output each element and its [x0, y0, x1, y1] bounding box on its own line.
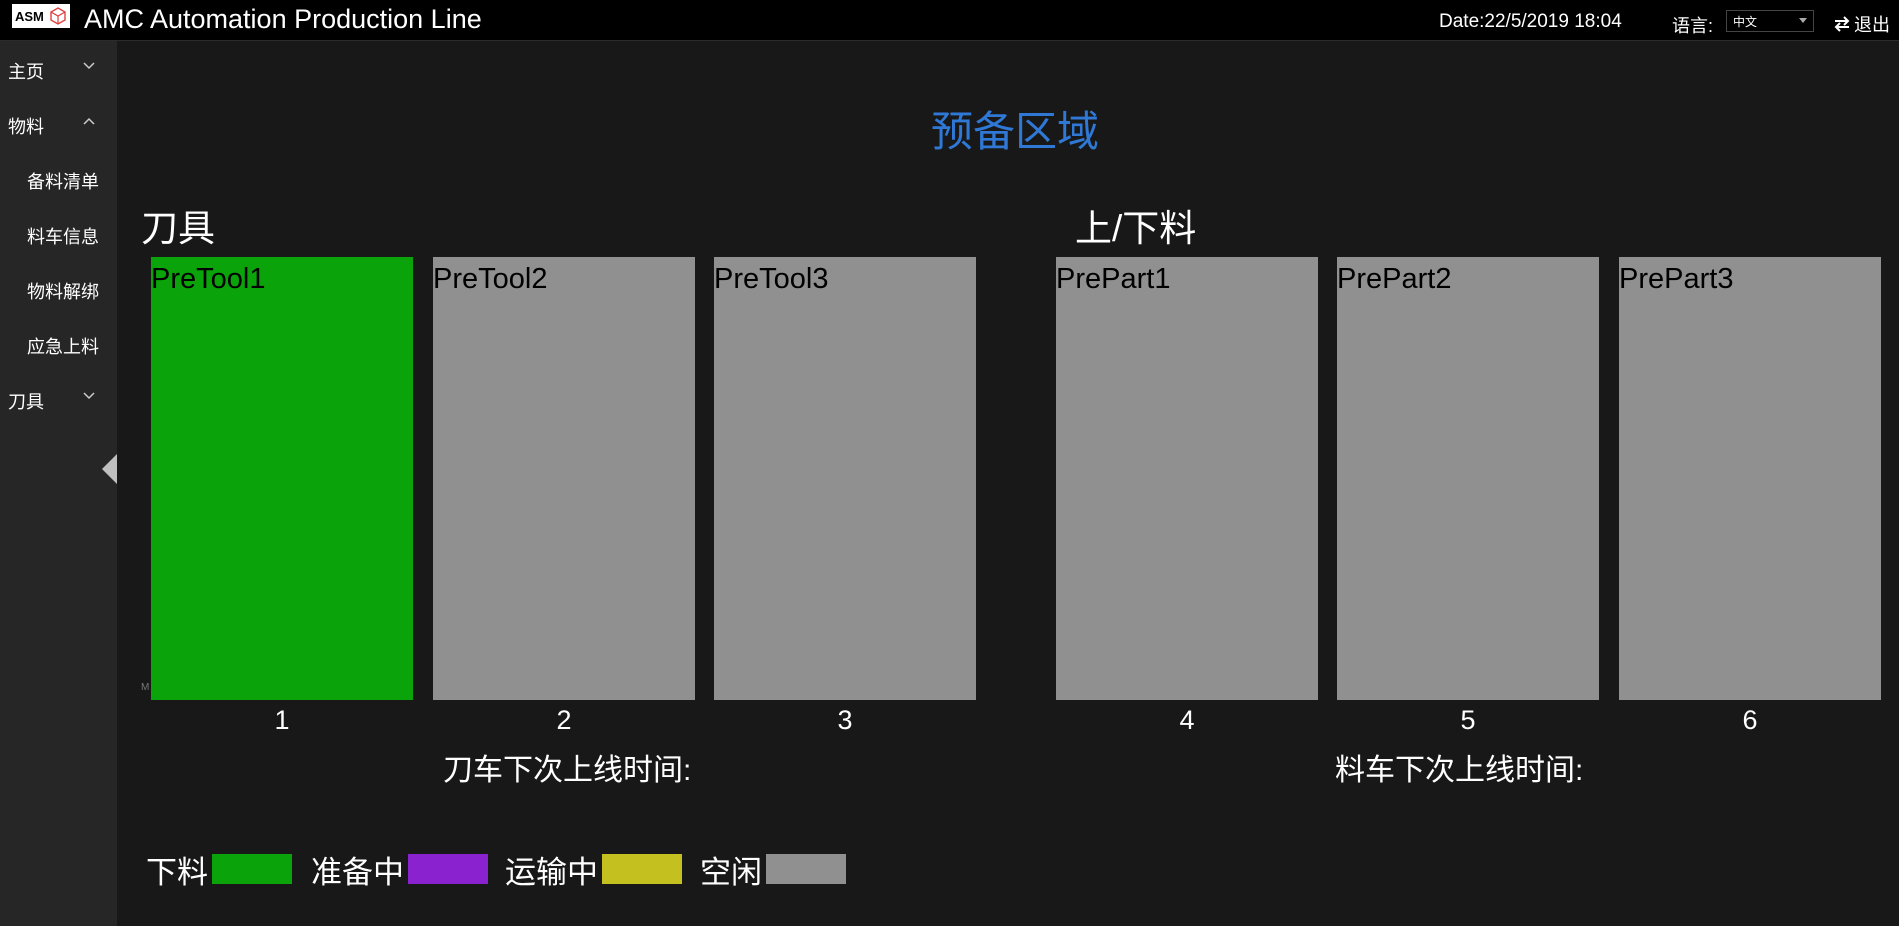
- sidebar-item-label: 备料清单: [27, 172, 99, 192]
- language-value: 中文: [1733, 15, 1758, 29]
- sidebar-item-material-unbind[interactable]: 物料解绑: [0, 268, 117, 308]
- slot-name: PrePart3: [1619, 263, 1734, 295]
- overlay-mark: M: [141, 682, 150, 693]
- sidebar-item-home[interactable]: 主页: [0, 48, 117, 88]
- legend-swatch: [602, 854, 682, 884]
- legend-label: 下料: [146, 854, 208, 890]
- page-title: 预备区域: [930, 108, 1099, 155]
- sidebar-item-label: 刀具: [8, 392, 44, 412]
- prepart-slot[interactable]: PrePart1: [1056, 257, 1318, 700]
- cube-logo-icon: [50, 7, 66, 25]
- slot-name: PrePart2: [1337, 263, 1452, 295]
- tool-section-title: 刀具: [141, 208, 215, 249]
- logout-label: 退出: [1854, 15, 1890, 35]
- sidebar-item-label: 物料解绑: [27, 282, 99, 302]
- sidebar-item-label: 应急上料: [27, 337, 99, 357]
- slot-number: 5: [1460, 705, 1476, 735]
- chevron-up-icon: [83, 117, 95, 125]
- logo-text: ASM: [15, 8, 44, 24]
- slot-name: PreTool1: [151, 263, 266, 295]
- slot-number: 6: [1742, 705, 1758, 735]
- tool-cart-next-time: 刀车下次上线时间:: [443, 754, 692, 787]
- language-select[interactable]: 中文: [1726, 10, 1814, 32]
- date-display: Date:22/5/2019 18:04: [1439, 11, 1622, 32]
- language-label: 语言:: [1672, 16, 1714, 36]
- slot-name: PreTool3: [714, 263, 829, 295]
- slot-number: 1: [274, 705, 290, 735]
- app-title: AMC Automation Production Line: [84, 4, 482, 34]
- sidebar-item-label: 料车信息: [27, 227, 99, 247]
- prepart-slot[interactable]: PrePart2: [1337, 257, 1599, 700]
- sidebar-item-label: 主页: [8, 62, 44, 82]
- legend-item-preparing: 准备中: [311, 852, 488, 890]
- part-cart-next-time: 料车下次上线时间:: [1335, 754, 1584, 787]
- sidebar-item-material[interactable]: 物料: [0, 103, 117, 143]
- dropdown-caret-icon: [1799, 18, 1807, 23]
- pretool-slot[interactable]: PreTool2: [433, 257, 695, 700]
- slot-number: 4: [1179, 705, 1195, 735]
- pretool-slot[interactable]: PreTool3: [714, 257, 976, 700]
- slot-name: PreTool2: [433, 263, 548, 295]
- sidebar-collapse-handle[interactable]: [102, 454, 117, 484]
- sidebar: 主页 物料 备料清单 料车信息 物料解绑 应急上料 刀具: [0, 41, 117, 926]
- sidebar-item-prep-list[interactable]: 备料清单: [0, 158, 117, 198]
- sidebar-item-label: 物料: [8, 117, 44, 137]
- slot-name: PrePart1: [1056, 263, 1171, 295]
- chevron-down-icon: [83, 62, 95, 70]
- top-bar: ASM AMC Automation Production Line Date:…: [0, 0, 1899, 41]
- slot-number: 3: [837, 705, 853, 735]
- asm-logo: ASM: [12, 4, 70, 28]
- legend-item-transporting: 运输中: [505, 852, 682, 890]
- prepart-slot[interactable]: PrePart3: [1619, 257, 1881, 700]
- chevron-down-icon: [83, 392, 95, 400]
- part-section-title: 上/下料: [1075, 208, 1197, 249]
- switch-arrows-icon: [1834, 16, 1850, 32]
- legend-swatch: [408, 854, 488, 884]
- legend-label: 运输中: [505, 854, 598, 890]
- logout-button[interactable]: 退出: [1833, 11, 1890, 37]
- sidebar-item-emergency-load[interactable]: 应急上料: [0, 323, 117, 363]
- legend-swatch: [212, 854, 292, 884]
- slot-number: 2: [556, 705, 572, 735]
- legend-item-idle: 空闲: [700, 852, 846, 890]
- legend-label: 准备中: [311, 854, 404, 890]
- sidebar-item-cart-info[interactable]: 料车信息: [0, 213, 117, 253]
- sidebar-item-tools[interactable]: 刀具: [0, 378, 117, 418]
- legend-swatch: [766, 854, 846, 884]
- pretool-slot[interactable]: PreTool1: [151, 257, 413, 700]
- legend-label: 空闲: [700, 854, 762, 890]
- legend-item-unloading: 下料: [146, 852, 292, 890]
